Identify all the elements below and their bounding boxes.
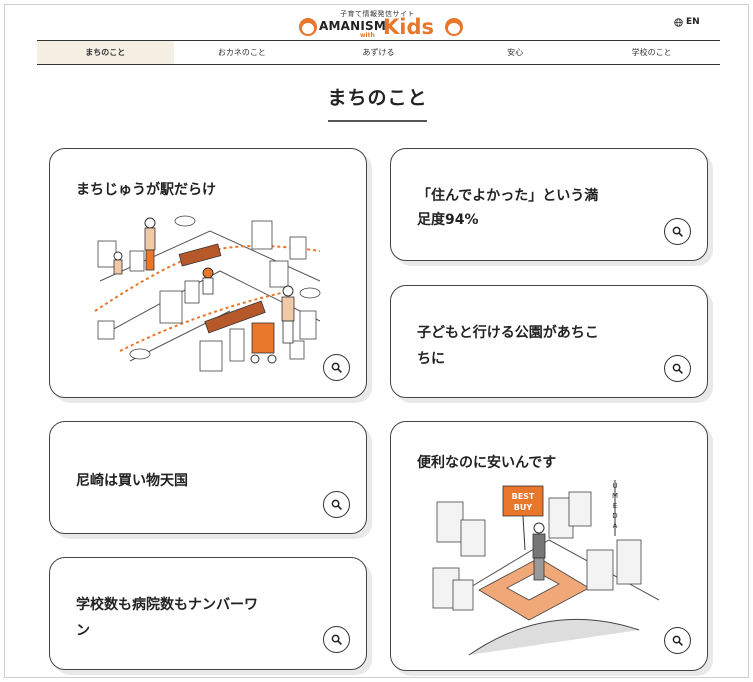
site-logo[interactable]: 子育て情報発信サイト AMANISM with Kids bbox=[297, 9, 467, 39]
magnifier-icon bbox=[672, 226, 683, 237]
logo-brand: AMANISM bbox=[319, 19, 387, 33]
tab-anshin[interactable]: 安心 bbox=[447, 41, 584, 64]
card-title-line2: ちに bbox=[417, 351, 445, 367]
tab-machi[interactable]: まちのこと bbox=[37, 41, 174, 64]
card-title: 尼崎は買い物天国 bbox=[76, 473, 188, 489]
magnifier-icon bbox=[331, 499, 342, 510]
language-label: EN bbox=[686, 17, 700, 27]
umeda-letter-a: A bbox=[613, 522, 618, 530]
card-title-line2: ン bbox=[76, 623, 90, 639]
sign-best: BEST bbox=[512, 492, 535, 501]
topic-card-stations[interactable]: まちじゅうが駅だらけ bbox=[49, 148, 367, 398]
topic-card-parks[interactable]: 子どもと行ける公園があちこ ちに bbox=[390, 285, 708, 398]
magnifier-icon bbox=[672, 635, 683, 646]
magnifier-icon bbox=[331, 362, 342, 373]
umeda-letter-d: D bbox=[612, 512, 617, 520]
topic-card-cheap[interactable]: 便利なのに安いんです BEST BUY U M E D A bbox=[390, 421, 708, 671]
topic-card-shopping[interactable]: 尼崎は買い物天国 bbox=[49, 421, 367, 534]
sign-buy: BUY bbox=[514, 503, 533, 512]
zoom-button[interactable] bbox=[664, 218, 691, 245]
logo-face-left-icon bbox=[299, 18, 317, 36]
globe-icon bbox=[674, 17, 683, 27]
card-title-line2: 足度94% bbox=[417, 212, 479, 228]
topic-card-satisfaction[interactable]: 「住んでよかった」という満 足度94% bbox=[390, 148, 708, 261]
category-nav: まちのこと おカネのこと あずける 安心 学校のこと bbox=[37, 40, 720, 65]
card-title-line1: 学校数も病院数もナンバーワ bbox=[76, 597, 258, 613]
umeda-letter-e: E bbox=[613, 502, 617, 510]
magnifier-icon bbox=[672, 363, 683, 374]
title-underline bbox=[328, 120, 427, 122]
city-stations-illustration bbox=[94, 215, 321, 372]
logo-face-right-icon bbox=[445, 18, 463, 36]
logo-with: with bbox=[360, 32, 375, 39]
card-title: まちじゅうが駅だらけ bbox=[76, 182, 216, 198]
topic-card-schools[interactable]: 学校数も病院数もナンバーワ ン bbox=[49, 557, 367, 670]
page-title: まちのこと bbox=[327, 87, 428, 109]
zoom-button[interactable] bbox=[323, 626, 350, 653]
zoom-button[interactable] bbox=[323, 491, 350, 518]
zoom-button[interactable] bbox=[664, 627, 691, 654]
language-switch[interactable]: EN bbox=[674, 17, 700, 27]
tab-okane[interactable]: おカネのこと bbox=[174, 41, 311, 64]
zoom-button[interactable] bbox=[664, 355, 691, 382]
card-title-line1: 「住んでよかった」という満 bbox=[417, 188, 599, 204]
tab-gakkou[interactable]: 学校のこと bbox=[583, 41, 720, 64]
umeda-letter-u: U bbox=[612, 482, 617, 490]
page-frame: 子育て情報発信サイト AMANISM with Kids EN まちのこと おカ… bbox=[4, 4, 749, 678]
umeda-letter-m: M bbox=[612, 492, 618, 500]
logo-kids: Kids bbox=[383, 15, 435, 39]
best-buy-illustration: BEST BUY U M E D A bbox=[432, 480, 660, 656]
site-header: 子育て情報発信サイト AMANISM with Kids EN bbox=[5, 5, 748, 41]
zoom-button[interactable] bbox=[323, 354, 350, 381]
tab-azukeru[interactable]: あずける bbox=[310, 41, 447, 64]
card-title: 便利なのに安いんです bbox=[417, 455, 557, 471]
card-title-line1: 子どもと行ける公園があちこ bbox=[417, 325, 599, 341]
magnifier-icon bbox=[331, 634, 342, 645]
